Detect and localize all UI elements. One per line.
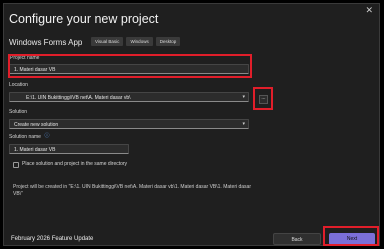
- tag-windows: Windows: [126, 37, 153, 46]
- dialog-title: Configure your new project: [9, 12, 159, 26]
- same-directory-checkbox[interactable]: [13, 162, 19, 168]
- solution-value: Create new solution: [14, 122, 59, 128]
- back-button[interactable]: Back: [273, 233, 321, 245]
- location-combobox[interactable]: E:\1. UIN Bukittinggi\VB net\A. Materi d…: [9, 92, 249, 102]
- project-name-label: Project name: [10, 55, 40, 61]
- project-name-input[interactable]: 1. Materi dasar VB: [9, 64, 249, 74]
- solution-name-input[interactable]: 1. Materi dasar VB: [9, 144, 129, 154]
- feature-update-text: February 2026 Feature Update: [11, 236, 94, 242]
- chevron-down-icon: ▾: [242, 94, 245, 100]
- chevron-down-icon: ▾: [242, 121, 245, 127]
- tag-visual-basic: Visual Basic: [91, 37, 124, 46]
- close-icon[interactable]: ✕: [365, 7, 373, 16]
- same-directory-label: Place solution and project in the same d…: [22, 161, 128, 167]
- tag-desktop: Desktop: [155, 37, 181, 46]
- configure-project-dialog: ✕ Configure your new project Windows For…: [3, 3, 380, 246]
- browse-button[interactable]: ...: [259, 95, 268, 104]
- solution-label: Solution: [9, 109, 28, 115]
- solution-select[interactable]: Create new solution ▾: [9, 119, 249, 129]
- solution-name-label: Solution name: [9, 134, 41, 140]
- project-path-note: Project will be created in "E:\1. UIN Bu…: [13, 184, 251, 197]
- location-value: E:\1. UIN Bukittinggi\VB net\A. Materi d…: [26, 95, 131, 101]
- info-icon[interactable]: ⓘ: [41, 133, 53, 140]
- template-tags: Visual Basic Windows Desktop: [91, 37, 181, 46]
- next-button[interactable]: Next: [329, 233, 375, 245]
- location-label: Location: [9, 82, 28, 88]
- template-name: Windows Forms App: [9, 38, 83, 47]
